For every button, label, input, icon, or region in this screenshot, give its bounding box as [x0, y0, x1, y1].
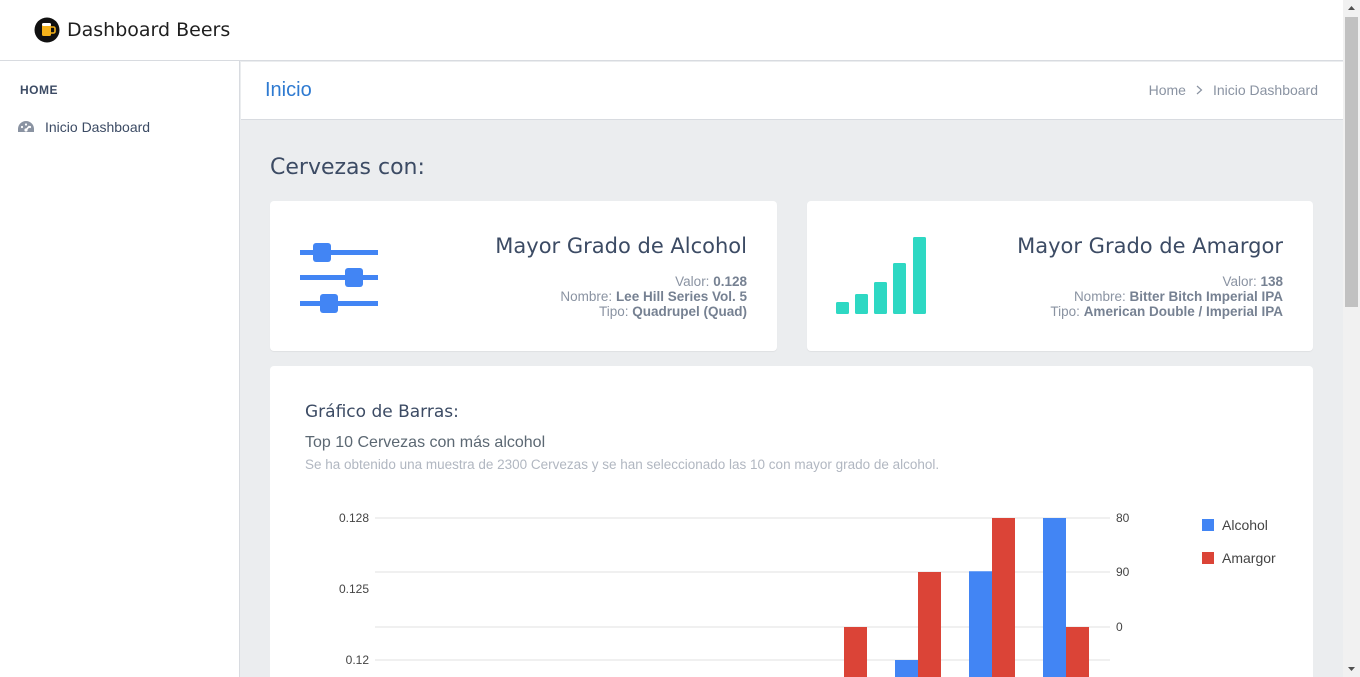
breadcrumb-home[interactable]: Home	[1149, 82, 1186, 98]
scrollbar-thumb[interactable]	[1345, 17, 1358, 307]
sidebar-item-inicio-dashboard[interactable]: Inicio Dashboard	[17, 119, 150, 135]
card-line-tipo: Tipo: Quadrupel (Quad)	[598, 304, 747, 319]
card-details: Valor: 0.128 Nombre: Lee Hill Series Vol…	[560, 274, 747, 319]
legend-label: Amargor	[1222, 550, 1276, 566]
legend-swatch	[1202, 519, 1214, 531]
brand-name: Dashboard Beers	[67, 19, 231, 41]
beer-logo-icon	[34, 17, 60, 43]
card-max-alcohol: Mayor Grado de Alcohol Valor: 0.128 Nomb…	[270, 201, 777, 351]
breadcrumb-current: Inicio Dashboard	[1212, 82, 1318, 98]
bar-amargor	[1066, 627, 1089, 677]
right-axis-tick-label: 80	[1116, 511, 1130, 525]
sidebar-item-label: Inicio Dashboard	[45, 119, 151, 135]
card-max-bitterness: Mayor Grado de Amargor Valor: 138 Nombre…	[807, 201, 1313, 351]
bar-alcohol	[969, 571, 992, 677]
chart-card: Gráfico de Barras: Top 10 Cervezas con m…	[270, 366, 1313, 677]
bar-amargor	[918, 572, 941, 677]
breadcrumb: Home Inicio Dashboard	[1149, 82, 1318, 98]
card-line-nombre: Nombre: Bitter Bitch Imperial IPA	[1073, 289, 1283, 304]
left-axis-tick-label: 0.12	[346, 653, 370, 667]
vertical-scrollbar[interactable]	[1343, 0, 1360, 677]
right-axis-tick-label: 90	[1116, 565, 1130, 579]
card-heading: Mayor Grado de Amargor	[1017, 234, 1283, 258]
bar-chart: 0.128 0.125 0.12 80 90 0 Alcohol Amargor	[339, 511, 1276, 677]
scroll-down-arrow-icon[interactable]	[1343, 660, 1360, 677]
card-line-nombre: Nombre: Lee Hill Series Vol. 5	[560, 289, 747, 304]
signal-bars-icon	[836, 237, 926, 314]
legend-label: Alcohol	[1222, 517, 1268, 533]
bar-amargor	[844, 627, 867, 677]
legend-swatch	[1202, 552, 1214, 564]
subheader: Inicio Home Inicio Dashboard	[241, 62, 1343, 120]
card-line-valor: Valor: 0.128	[675, 274, 747, 289]
speedometer-icon	[18, 121, 34, 132]
sidebar: HOME Inicio Dashboard	[0, 61, 240, 677]
right-axis-tick-label: 0	[1116, 620, 1123, 634]
bar-amargor	[992, 518, 1015, 677]
brand-link[interactable]: Dashboard Beers	[34, 17, 230, 43]
card-heading: Mayor Grado de Alcohol	[495, 234, 747, 258]
card-line-valor: Valor: 138	[1222, 274, 1283, 289]
page-title: Inicio	[265, 79, 312, 101]
card-details: Valor: 138 Nombre: Bitter Bitch Imperial…	[1050, 274, 1283, 319]
bar-alcohol	[1043, 518, 1066, 677]
left-axis-tick-label: 0.125	[339, 582, 369, 596]
left-axis-tick-label: 0.128	[339, 511, 369, 525]
top-navbar: Dashboard Beers	[0, 0, 1343, 61]
scroll-up-arrow-icon[interactable]	[1343, 0, 1360, 17]
sliders-icon	[300, 243, 378, 313]
chevron-right-icon	[1196, 85, 1203, 95]
bar-alcohol	[895, 660, 918, 677]
section-title: Cervezas con:	[270, 155, 425, 180]
sidebar-section-title: HOME	[20, 83, 58, 97]
card-line-tipo: Tipo: American Double / Imperial IPA	[1050, 304, 1283, 319]
